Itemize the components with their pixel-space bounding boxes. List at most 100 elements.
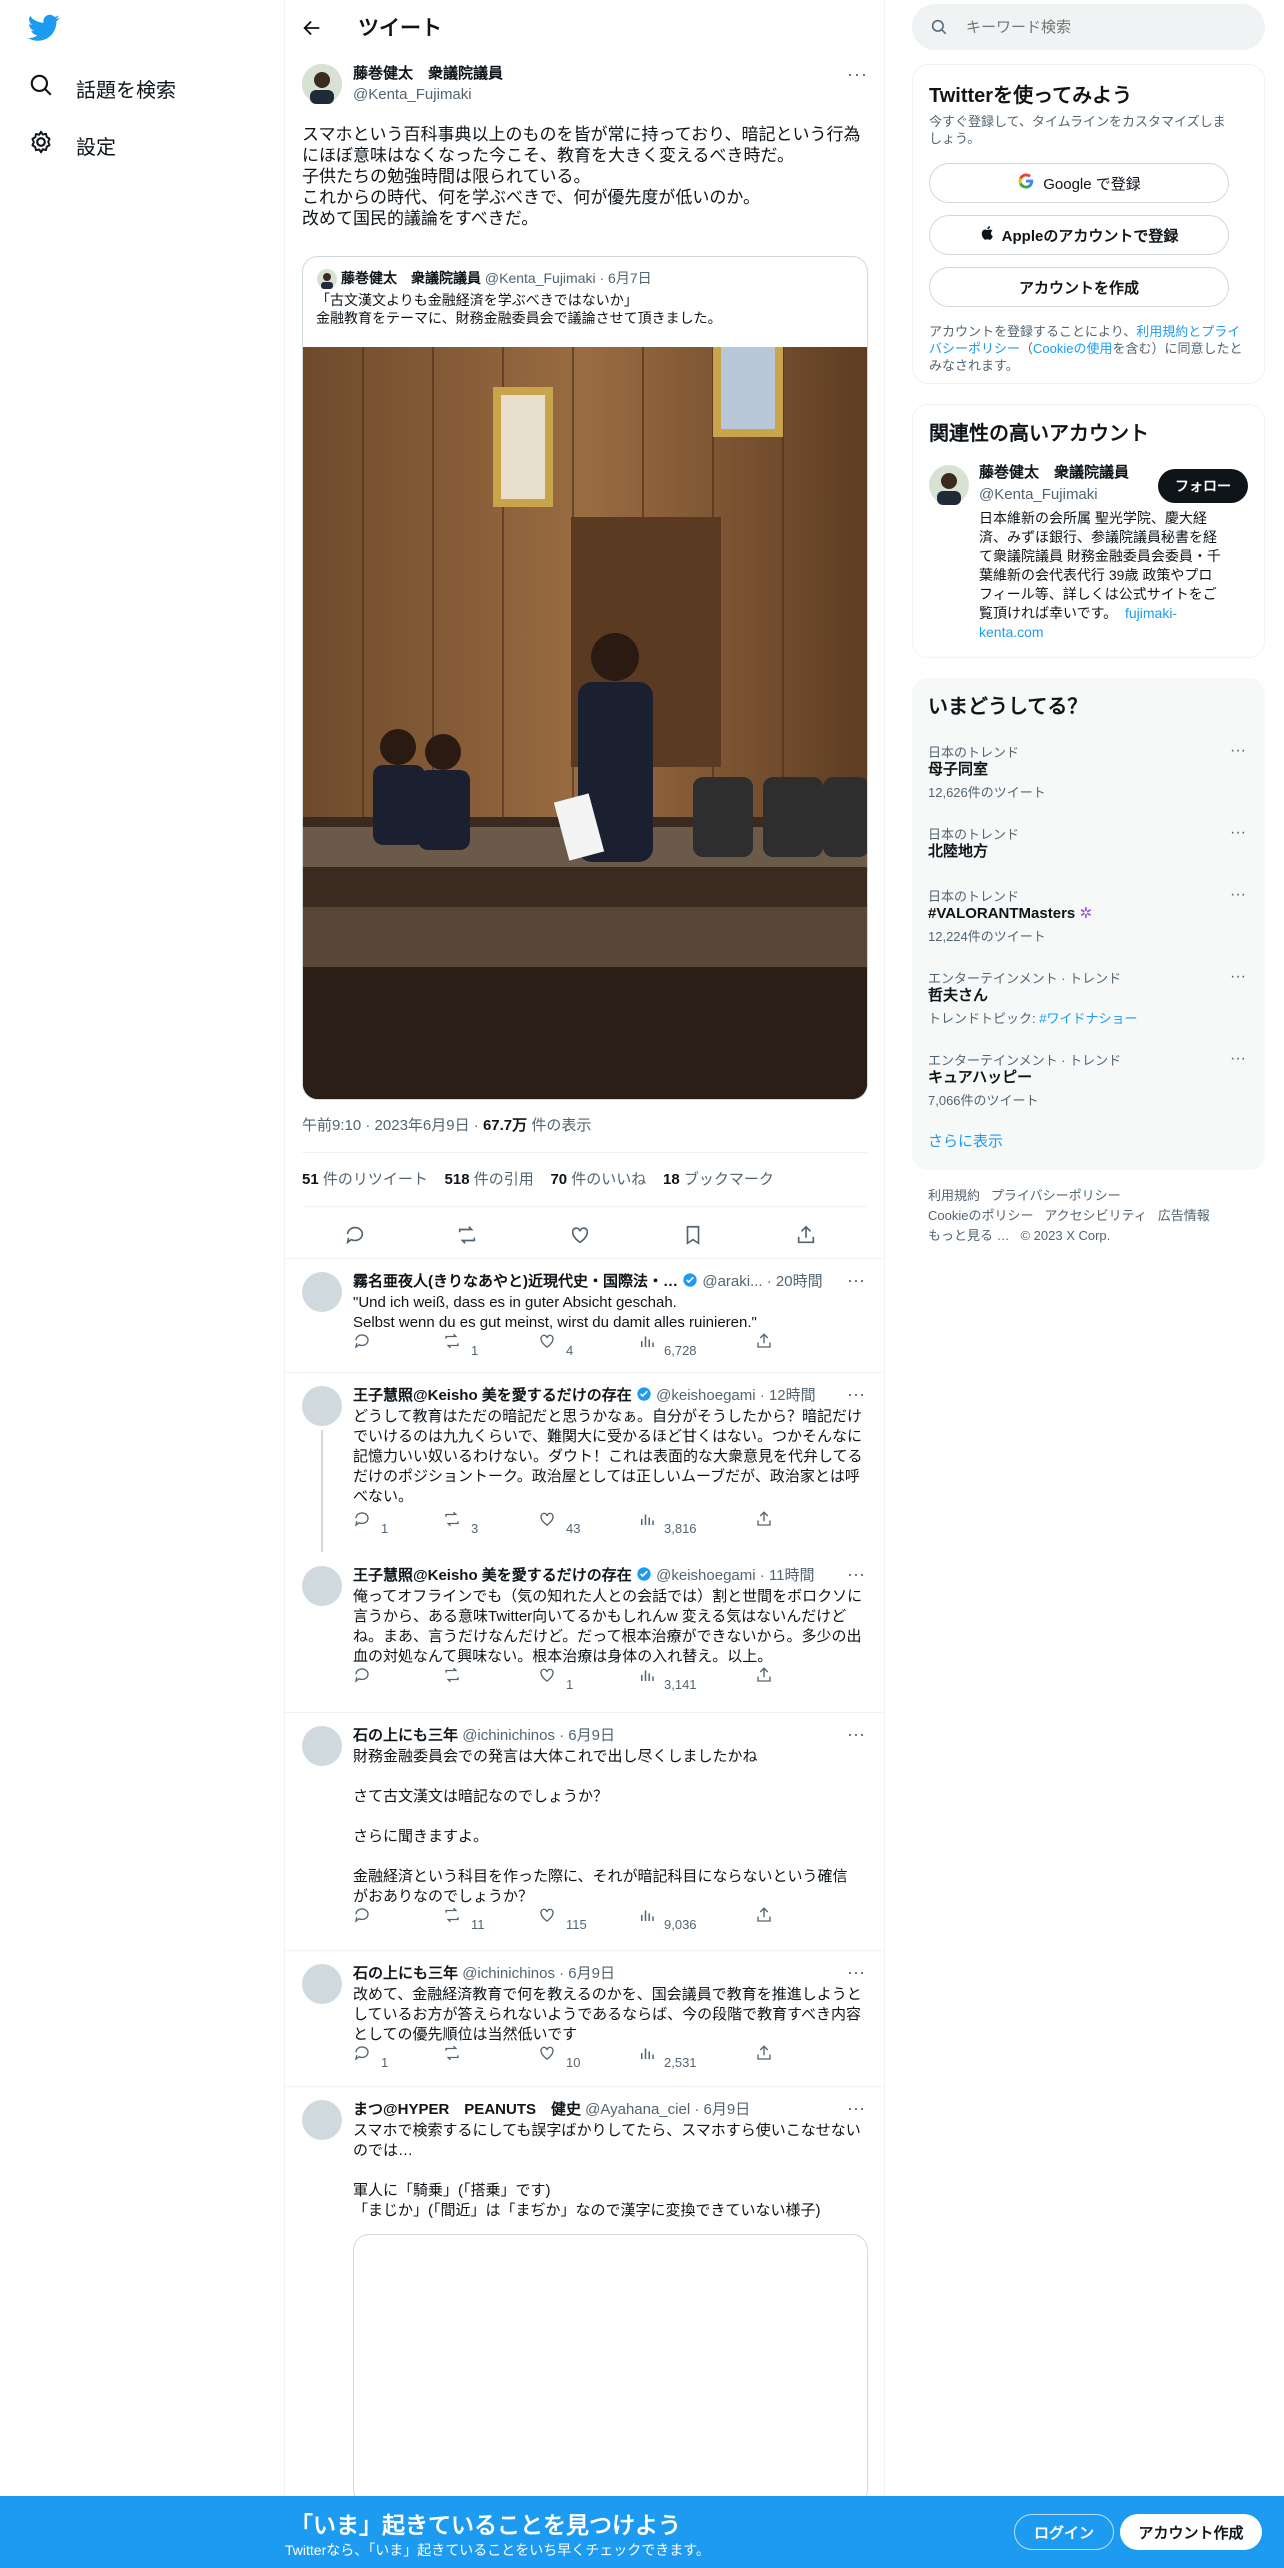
share-icon[interactable] xyxy=(755,1510,773,1531)
views-icon[interactable] xyxy=(638,1510,656,1531)
nav-settings[interactable]: 設定 xyxy=(28,127,116,163)
reply-time[interactable]: · 6月9日 xyxy=(694,2101,750,2118)
more-icon[interactable]: ··· xyxy=(1230,968,1246,986)
reply-tweet[interactable]: 石の上にも三年 @ichinichinos · 6月9日 ··· 改めて、金融経… xyxy=(285,1950,885,2086)
reply-time[interactable]: · 20時間 xyxy=(767,1273,823,1290)
like-icon[interactable] xyxy=(538,1906,556,1927)
back-button[interactable] xyxy=(301,14,329,42)
retweet-icon[interactable] xyxy=(443,1906,461,1927)
privacy-link[interactable]: バシーポリシー xyxy=(929,341,1020,356)
reply-author-handle[interactable]: @keishoegami xyxy=(656,1387,755,1404)
trend-item[interactable]: エンターテインメント · トレンド キュアハッピー 7,066件のツイート ··… xyxy=(912,1040,1265,1112)
reply-author-name[interactable]: 石の上にも三年 xyxy=(353,1965,458,1982)
footer-cookie[interactable]: Cookieのポリシー xyxy=(928,1208,1033,1223)
reply-author-handle[interactable]: @keishoegami xyxy=(656,1567,755,1584)
bookmarks-stat[interactable]: 18 ブックマーク xyxy=(663,1171,774,1188)
avatar[interactable] xyxy=(302,1566,342,1606)
share-icon[interactable] xyxy=(755,1666,773,1687)
like-icon[interactable] xyxy=(538,1332,556,1353)
signup-button[interactable]: アカウント作成 xyxy=(1120,2514,1262,2550)
google-signup-button[interactable]: Google で登録 xyxy=(929,163,1229,203)
trend-item[interactable]: 日本のトレンド 北陸地方 ··· xyxy=(912,814,1265,870)
reply-icon[interactable] xyxy=(353,1666,371,1687)
quotes-stat[interactable]: 518 件の引用 xyxy=(445,1171,534,1188)
website-link-cont[interactable]: kenta.com xyxy=(979,623,1249,642)
reply-icon[interactable] xyxy=(353,2044,371,2065)
more-icon[interactable]: ··· xyxy=(847,1962,865,1983)
twitter-bird-logo[interactable] xyxy=(27,14,60,47)
reply-time[interactable]: · 11時間 xyxy=(760,1567,815,1584)
views-icon[interactable] xyxy=(638,1332,656,1353)
retweet-icon[interactable] xyxy=(443,1332,461,1353)
views-icon[interactable] xyxy=(638,1666,656,1687)
reply-author-name[interactable]: まつ@HYPER PEANUTS 健史 xyxy=(353,2101,581,2118)
author-handle[interactable]: @Kenta_Fujimaki xyxy=(353,85,472,105)
related-name[interactable]: 藤巻健太 衆議院議員 xyxy=(979,463,1129,483)
more-icon[interactable]: ··· xyxy=(1230,886,1246,904)
more-icon[interactable]: ··· xyxy=(847,64,868,85)
like-icon[interactable] xyxy=(538,1666,556,1687)
reply-author-handle[interactable]: @araki... xyxy=(702,1273,762,1290)
footer-privacy[interactable]: プライバシーポリシー xyxy=(991,1188,1121,1203)
reply-author-handle[interactable]: @ichinichinos xyxy=(462,1965,555,1982)
share-icon[interactable] xyxy=(755,1332,773,1353)
follow-button[interactable]: フォロー xyxy=(1158,469,1248,503)
quoted-tweet[interactable]: 藤巻健太 衆議院議員 @Kenta_Fujimaki · 6月7日 「古文漢文よ… xyxy=(302,256,868,1100)
reply-author-handle[interactable]: @ichinichinos xyxy=(462,1727,555,1744)
reply-icon[interactable] xyxy=(353,1510,371,1531)
avatar[interactable] xyxy=(302,1272,342,1312)
views-icon[interactable] xyxy=(638,1906,656,1927)
reply-time[interactable]: · 6月9日 xyxy=(559,1727,615,1744)
reply-media[interactable] xyxy=(353,2234,868,2506)
avatar[interactable] xyxy=(302,64,342,104)
trend-item[interactable]: エンターテインメント · トレンド 哲夫さん トレンドトピック: #ワイドナショ… xyxy=(912,958,1265,1030)
more-icon[interactable]: ··· xyxy=(847,1384,865,1405)
footer-accessibility[interactable]: アクセシビリティ xyxy=(1044,1208,1147,1223)
related-handle[interactable]: @Kenta_Fujimaki xyxy=(979,485,1098,505)
avatar[interactable] xyxy=(929,465,969,505)
reply-time[interactable]: · 12時間 xyxy=(760,1387,816,1404)
retweet-icon[interactable] xyxy=(443,1666,461,1687)
views-icon[interactable] xyxy=(638,2044,656,2065)
apple-signup-button[interactable]: Appleのアカウントで登録 xyxy=(929,215,1229,255)
more-icon[interactable]: ··· xyxy=(847,1724,865,1745)
footer-more[interactable]: もっと見る … xyxy=(928,1228,1010,1243)
cookie-link[interactable]: Cookieの使用 xyxy=(1033,341,1112,356)
reply-author-name[interactable]: 王子慧照@Keisho 美を愛するだけの存在 xyxy=(353,1387,632,1404)
reply-icon[interactable] xyxy=(353,1332,371,1353)
more-icon[interactable]: ··· xyxy=(1230,1050,1246,1068)
create-account-button[interactable]: アカウントを作成 xyxy=(929,267,1229,307)
share-icon[interactable] xyxy=(755,2044,773,2065)
reply-icon[interactable] xyxy=(344,1224,366,1251)
trend-item[interactable]: 日本のトレンド #VALORANTMasters ✲ 12,224件のツイート … xyxy=(912,874,1265,946)
retweet-icon[interactable] xyxy=(456,1224,478,1251)
more-icon[interactable]: ··· xyxy=(847,2098,865,2119)
share-icon[interactable] xyxy=(795,1224,817,1251)
avatar[interactable] xyxy=(302,1964,342,2004)
reply-tweet[interactable]: 王子慧照@Keisho 美を愛するだけの存在 @keishoegami · 12… xyxy=(285,1372,885,1552)
more-icon[interactable]: ··· xyxy=(1230,742,1246,760)
reply-tweet[interactable]: 王子慧照@Keisho 美を愛するだけの存在 @keishoegami · 11… xyxy=(285,1552,885,1712)
retweet-icon[interactable] xyxy=(443,1510,461,1531)
bookmark-icon[interactable] xyxy=(682,1224,704,1251)
reply-tweet[interactable]: 石の上にも三年 @ichinichinos · 6月9日 ··· 財務金融委員会… xyxy=(285,1712,885,1950)
share-icon[interactable] xyxy=(755,1906,773,1927)
show-more-link[interactable]: さらに表示 xyxy=(928,1132,1003,1152)
reply-author-name[interactable]: 王子慧照@Keisho 美を愛するだけの存在 xyxy=(353,1567,632,1584)
reply-author-handle[interactable]: @Ayahana_ciel xyxy=(585,2101,690,2118)
like-icon[interactable] xyxy=(538,1510,556,1531)
avatar[interactable] xyxy=(302,2100,342,2140)
search-bar[interactable] xyxy=(912,4,1265,50)
reply-author-name[interactable]: 霧名亜夜人(きりなあやと)近現代史・国際法・… xyxy=(353,1273,678,1290)
website-link[interactable]: fujimaki- xyxy=(1125,605,1177,621)
like-icon[interactable] xyxy=(538,2044,556,2065)
quote-photo[interactable] xyxy=(303,347,867,1099)
nav-explore[interactable]: 話題を検索 xyxy=(28,70,176,106)
trend-item[interactable]: 日本のトレンド 母子同室 12,626件のツイート ··· xyxy=(912,732,1265,802)
more-icon[interactable]: ··· xyxy=(847,1564,865,1585)
avatar[interactable] xyxy=(302,1386,342,1426)
more-icon[interactable]: ··· xyxy=(847,1270,865,1291)
more-icon[interactable]: ··· xyxy=(1230,824,1246,842)
avatar[interactable] xyxy=(302,1726,342,1766)
author-name[interactable]: 藤巻健太 衆議院議員 xyxy=(353,64,503,84)
